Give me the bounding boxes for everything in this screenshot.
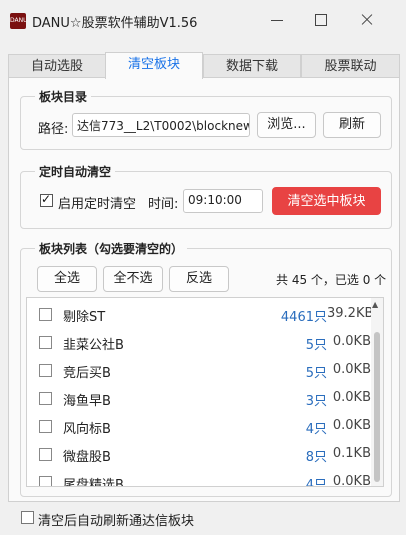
block-list[interactable]: 剔除ST 4461只 39.2KB 韭菜公社B 5只 0.0KB 竞后买B 5只… [26, 297, 384, 487]
list-item[interactable]: 风向标B 4只 0.0KB [27, 412, 371, 440]
row-checkbox[interactable] [39, 392, 52, 405]
block-size: 0.0KB [332, 474, 371, 487]
block-size: 39.2KB [327, 306, 374, 321]
list-scrollbar[interactable]: ▲ [371, 298, 383, 486]
row-checkbox[interactable] [39, 476, 52, 486]
block-name: 微盘股B [63, 450, 111, 465]
directory-group-title: 板块目录 [35, 88, 92, 105]
block-count: 5只 [305, 338, 327, 353]
minimize-button[interactable] [262, 8, 292, 32]
block-size: 0.0KB [332, 334, 371, 349]
row-checkbox[interactable] [39, 364, 52, 377]
maximize-icon [315, 14, 327, 26]
scrollbar-thumb[interactable] [374, 332, 380, 482]
invert-selection-button[interactable]: 反选 [169, 266, 229, 292]
title-bar: DANU DANU☆股票软件辅助V1.56 [0, 0, 406, 40]
list-item[interactable]: 剔除ST 4461只 39.2KB [27, 300, 374, 328]
tab-bar: 自动选股 清空板块 数据下载 股票联动 [8, 52, 400, 79]
row-checkbox[interactable] [39, 420, 52, 433]
list-item[interactable]: 韭菜公社B 5只 0.0KB [27, 328, 371, 356]
block-name: 尾盘精选B [63, 478, 124, 487]
close-button[interactable] [352, 8, 382, 32]
maximize-button[interactable] [306, 8, 336, 32]
tab-data-download[interactable]: 数据下载 [203, 54, 301, 78]
enable-timer-label: 启用定时清空 [58, 197, 137, 212]
browse-button[interactable]: 浏览... [257, 112, 316, 138]
list-item[interactable]: 微盘股B 8只 0.1KB [27, 440, 371, 468]
tab-auto-pick[interactable]: 自动选股 [8, 54, 106, 78]
block-size: 0.1KB [332, 446, 371, 461]
block-name: 风向标B [63, 422, 111, 437]
block-size: 0.0KB [332, 390, 371, 405]
block-count: 4只 [305, 478, 327, 487]
row-checkbox[interactable] [39, 448, 52, 461]
time-input[interactable]: 09:10:00 [183, 189, 263, 213]
path-label: 路径: [38, 122, 69, 137]
selection-summary: 共 45 个，已选 0 个 [276, 273, 387, 287]
block-count: 3只 [305, 394, 327, 409]
tab-clear-blocks[interactable]: 清空板块 [105, 52, 203, 79]
list-item[interactable]: 尾盘精选B 4只 0.0KB [27, 468, 371, 487]
block-count: 8只 [305, 450, 327, 465]
block-count: 4461只 [280, 310, 327, 325]
list-item[interactable]: 竞后买B 5只 0.0KB [27, 356, 371, 384]
auto-refresh-checkbox[interactable] [21, 511, 34, 524]
row-checkbox[interactable] [39, 336, 52, 349]
block-count: 5只 [305, 366, 327, 381]
block-size: 0.0KB [332, 362, 371, 377]
block-list-title: 板块列表（勾选要清空的） [35, 240, 188, 257]
block-count: 4只 [305, 422, 327, 437]
auto-refresh-label: 清空后自动刷新通达信板块 [38, 514, 195, 529]
block-name: 韭菜公社B [63, 338, 124, 353]
block-name: 竞后买B [63, 366, 111, 381]
row-checkbox[interactable] [39, 308, 52, 321]
block-size: 0.0KB [332, 418, 371, 433]
path-input[interactable]: 达信773__L2\T0002\blocknew [72, 113, 250, 137]
enable-timer-checkbox[interactable] [40, 192, 53, 207]
block-name: 剔除ST [63, 310, 106, 325]
scroll-up-icon[interactable]: ▲ [372, 300, 378, 309]
refresh-button[interactable]: 刷新 [323, 112, 381, 138]
tab-stock-link[interactable]: 股票联动 [301, 54, 400, 78]
time-label: 时间: [148, 197, 179, 212]
select-none-button[interactable]: 全不选 [103, 266, 163, 292]
app-icon: DANU [10, 13, 26, 29]
list-item[interactable]: 海鱼早B 3只 0.0KB [27, 384, 371, 412]
window-title: DANU☆股票软件辅助V1.56 [32, 16, 198, 31]
timer-group-title: 定时自动清空 [35, 163, 116, 180]
block-name: 海鱼早B [63, 394, 111, 409]
clear-selected-button[interactable]: 清空选中板块 [272, 187, 381, 215]
select-all-button[interactable]: 全选 [37, 266, 97, 292]
minimize-icon [271, 20, 283, 21]
